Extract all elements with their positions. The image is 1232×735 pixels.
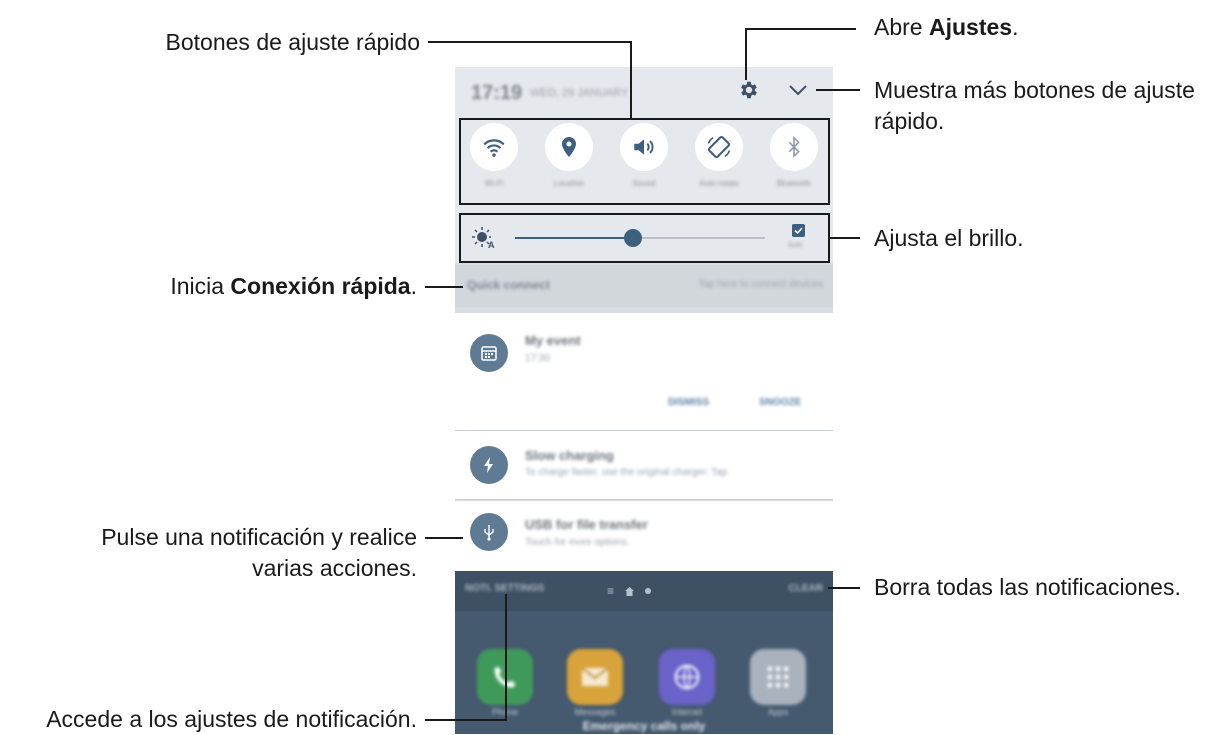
annotation-more-buttons: Muestra más botones de ajuste rápido.: [874, 75, 1195, 137]
annotation-more-buttons-line1: Muestra más botones de ajuste: [874, 77, 1195, 103]
annotation-tap-notification-line1: Pulse una notificación y realice: [101, 524, 417, 550]
annotation-brightness-text: Ajusta el brillo.: [874, 225, 1024, 251]
annotation-brightness: Ajusta el brillo.: [874, 223, 1024, 254]
annotation-tap-notification: Pulse una notificación y realice varias …: [101, 522, 417, 584]
callout-line-quick-buttons: [428, 41, 632, 119]
annotation-notification-settings: Accede a los ajustes de notificación.: [46, 704, 417, 735]
callout-line-settings: [745, 28, 856, 80]
callout-line-notification-settings: [425, 594, 507, 721]
annotation-quick-connect-prefix: Inicia: [170, 273, 231, 299]
annotation-open-settings-prefix: Abre: [874, 14, 929, 40]
annotation-more-buttons-line2: rápido.: [874, 108, 945, 134]
annotation-quick-connect: Inicia Conexión rápida.: [170, 271, 417, 302]
annotation-clear-all: Borra todas las notificaciones.: [874, 572, 1181, 603]
callout-box-brightness: [459, 213, 830, 263]
callout-box-quick-buttons: [459, 118, 830, 205]
annotation-tap-notification-line2: varias acciones.: [252, 555, 417, 581]
annotation-notification-settings-text: Accede a los ajustes de notificación.: [46, 706, 417, 732]
annotation-open-settings-bold: Ajustes: [928, 14, 1013, 40]
annotation-quick-connect-bold: Conexión rápida: [230, 273, 411, 299]
annotation-clear-all-text: Borra todas las notificaciones.: [874, 574, 1181, 600]
annotation-quick-buttons: Botones de ajuste rápido: [166, 27, 420, 58]
annotation-quick-buttons-text: Botones de ajuste rápido: [165, 29, 420, 55]
annotation-quick-connect-suffix: .: [410, 273, 417, 299]
annotation-open-settings: Abre Ajustes.: [874, 12, 1018, 43]
annotation-open-settings-suffix: .: [1012, 14, 1019, 40]
